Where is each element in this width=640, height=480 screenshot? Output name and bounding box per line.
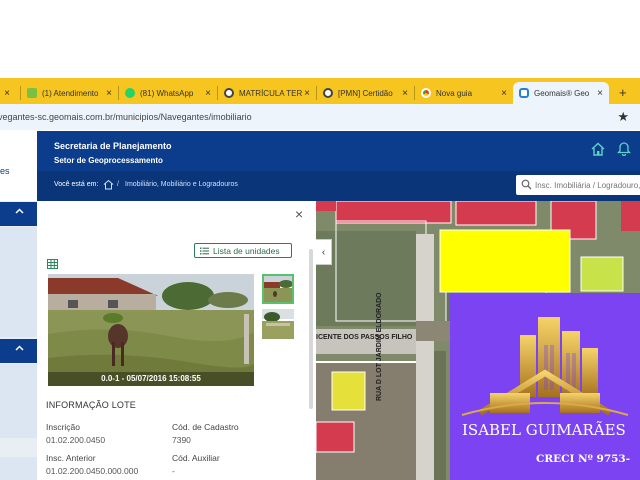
bookmark-star-icon[interactable]: ★ — [617, 109, 629, 125]
tab-close-icon[interactable]: × — [4, 88, 10, 99]
sidebar-section-toggle[interactable] — [0, 339, 37, 363]
browser-tab-partial[interactable]: × — [0, 82, 20, 104]
field-label-cod-cadastro: Cód. de Cadastro — [172, 422, 239, 432]
chrome-icon — [421, 88, 431, 98]
lista-unidades-label: Lista de unidades — [213, 245, 280, 256]
photo-caption: 0.0-1 - 05/07/2016 15:08:55 — [48, 372, 254, 386]
field-label-insc-anterior: Insc. Anterior — [46, 453, 96, 463]
table-icon[interactable] — [47, 259, 58, 269]
screen: × (1) Atendimento × (81) WhatsApp × MATR… — [0, 0, 640, 480]
photo-thumbnail[interactable] — [262, 309, 294, 339]
field-value-inscricao: 01.02.200.0450 — [46, 435, 106, 445]
tab-close-icon[interactable]: × — [205, 88, 211, 99]
breadcrumb-label: Você está em: — [54, 181, 99, 188]
browser-tab-whatsapp[interactable]: (81) WhatsApp × — [119, 82, 217, 104]
header-title: Secretaria de Planejamento — [54, 141, 172, 151]
browser-tab-matricula[interactable]: MATRÍCULA TER × — [218, 82, 316, 104]
whatsapp-icon — [125, 88, 135, 98]
search-input[interactable] — [535, 178, 640, 192]
globe-icon — [323, 88, 333, 98]
sidebar-partial-text: es — [0, 166, 10, 176]
tab-close-icon[interactable]: × — [597, 88, 603, 99]
tab-title: MATRÍCULA TER — [239, 88, 303, 98]
tab-title: Geomais® Geo — [534, 88, 590, 98]
new-tab-button[interactable]: + — [619, 85, 627, 100]
list-icon — [200, 247, 209, 254]
field-value-cod-cadastro: 7390 — [172, 435, 191, 445]
site-header: Secretaria de Planejamento Setor de Geop… — [37, 131, 640, 171]
tab-close-icon[interactable]: × — [402, 88, 408, 99]
search-box[interactable] — [516, 175, 640, 195]
street-label: ICENTE DOS PASSOS FILHO — [316, 334, 413, 341]
tab-close-icon[interactable]: × — [501, 88, 507, 99]
sidebar-card[interactable] — [0, 364, 37, 438]
geomais-icon — [519, 88, 529, 98]
tab-title: Nova guia — [436, 88, 473, 98]
browser-tab-atendimento[interactable]: (1) Atendimento × — [21, 82, 118, 104]
home-icon[interactable] — [590, 141, 606, 157]
thumbnail-image — [262, 309, 294, 339]
puzzle-icon — [27, 88, 37, 98]
chevron-up-icon — [15, 208, 24, 214]
address-bar[interactable]: vegantes-sc.geomais.com.br/municipios/Na… — [0, 104, 640, 130]
sidebar-card[interactable] — [0, 457, 37, 480]
sidebar-section-toggle[interactable] — [0, 202, 37, 226]
lot-photo[interactable]: 0.0-1 - 05/07/2016 15:08:55 — [48, 274, 254, 386]
tab-close-icon[interactable]: × — [106, 88, 112, 99]
tab-close-icon[interactable]: × — [304, 88, 310, 99]
field-label-cod-auxiliar: Cód. Auxiliar — [172, 453, 220, 463]
street-label: RUA D LOT JARDIM ELDORADO — [376, 292, 383, 401]
browser-tab-pmn-certidao[interactable]: [PMN] Certidão × — [317, 82, 414, 104]
field-value-insc-anterior: 01.02.200.0450.000.000 — [46, 466, 139, 476]
left-sidebar: es — [0, 131, 37, 480]
tab-title: (1) Atendimento — [42, 88, 99, 98]
breadcrumb: Você está em: / Imobiliário, Mobiliário … — [37, 171, 640, 201]
bell-icon[interactable] — [617, 140, 631, 156]
photo-thumbnail[interactable] — [262, 274, 294, 304]
url-text[interactable]: vegantes-sc.geomais.com.br/municipios/Na… — [0, 112, 252, 122]
chevron-up-icon — [15, 345, 24, 351]
close-panel-icon[interactable]: × — [295, 206, 303, 222]
tab-title: (81) WhatsApp — [140, 88, 194, 98]
lot-info-panel: × Lista de unidades 0.0-1 - 05/07/2016 1… — [37, 201, 316, 480]
globe-icon — [224, 88, 234, 98]
field-label-inscricao: Inscrição — [46, 422, 81, 432]
breadcrumb-home-icon[interactable] — [103, 179, 114, 190]
banner-name: ISABEL GUIMARÃES — [462, 421, 626, 439]
field-value-cod-auxiliar: - — [172, 466, 175, 476]
lista-unidades-button[interactable]: Lista de unidades — [194, 243, 292, 258]
browser-tab-nova-guia[interactable]: Nova guia × — [415, 82, 513, 104]
lot-photo-image — [48, 274, 254, 386]
browser-tab-geomais[interactable]: Geomais® Geo × — [513, 82, 609, 104]
collapse-panel-button[interactable]: ‹ — [316, 239, 332, 265]
banner-creci: CRECI Nº 9753- — [536, 453, 631, 465]
thumbnail-image — [264, 276, 292, 302]
sidebar-header: es — [0, 131, 37, 201]
panel-scrollbar[interactable] — [309, 249, 313, 409]
sidebar-card[interactable] — [0, 227, 37, 337]
breadcrumb-link[interactable]: Imobiliário, Mobiliário e Logradouros — [125, 181, 238, 188]
section-title: INFORMAÇÃO LOTE — [46, 400, 137, 410]
city-skyline-logo — [461, 317, 629, 416]
breadcrumb-separator: / — [117, 181, 119, 188]
header-subtitle: Setor de Geoprocessamento — [54, 156, 163, 165]
realtor-banner: ISABEL GUIMARÃES CRECI Nº 9753- — [450, 293, 640, 480]
browser-tab-strip: × (1) Atendimento × (81) WhatsApp × MATR… — [0, 78, 640, 104]
search-icon — [521, 179, 532, 190]
tab-title: [PMN] Certidão — [338, 88, 393, 98]
